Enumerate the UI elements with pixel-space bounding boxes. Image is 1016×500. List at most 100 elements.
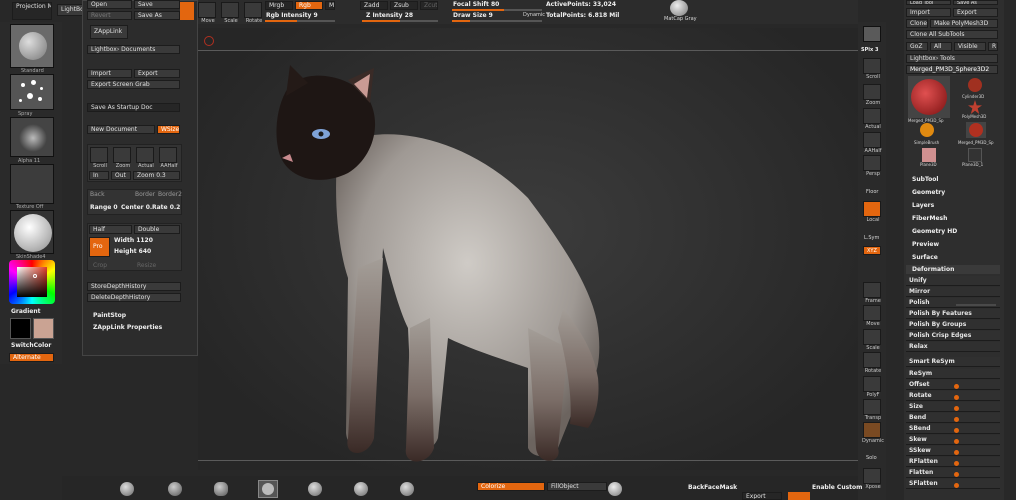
export-screen-grab-button[interactable]: Export Screen Grab [87,80,180,89]
section-geometry[interactable]: Geometry [912,189,945,196]
fillobject-button[interactable]: FillObject [547,482,607,491]
lightbox-documents-button[interactable]: Lightbox› Documents [87,45,180,54]
zoom-out-button[interactable]: Out [111,171,131,180]
local-button[interactable]: Local [863,201,881,223]
dynamic-solo-button[interactable]: Dynamic [862,422,884,444]
deform-bend[interactable]: Bend [906,413,1000,423]
z-intensity-slider[interactable]: Z Intensity 28 [366,12,413,19]
make-polymesh-button[interactable]: Make PolyMesh3D [930,19,998,28]
deform-polish[interactable]: Polish [906,298,1000,308]
main-color-swatch[interactable] [10,318,31,339]
rgb-intensity-slider[interactable]: Rgb Intensity 9 [266,12,318,19]
center-slider[interactable]: Center 0. [121,204,152,211]
lightbox-button[interactable]: LightBox [57,4,85,16]
actual-button[interactable]: Actual [863,108,881,130]
deform-rotate[interactable]: Rotate [906,391,1000,401]
zsub-button[interactable]: Zsub [390,1,418,10]
brush-slot-3-icon[interactable] [214,482,228,496]
save-as-startup-doc-button[interactable]: Save As Startup Doc [87,103,180,112]
frame-button[interactable]: Frame [863,282,881,304]
back-label[interactable]: Back [90,191,105,198]
simplebrush-thumb-icon[interactable] [920,123,934,137]
deform-polish-by-features[interactable]: Polish By Features [906,309,1000,319]
backfacemask-button[interactable]: BackFaceMask [688,484,737,491]
zoom-slider[interactable]: Zoom 0.3 [133,171,180,180]
clone-button[interactable]: Clone [906,19,928,28]
deform-offset[interactable]: Offset [906,380,1000,390]
export-button[interactable]: Export [134,69,180,78]
deform-mirror[interactable]: Mirror [906,287,1000,297]
spix-label[interactable]: SPix 3 [861,47,878,53]
cat-model[interactable] [198,28,858,470]
projection-master-button[interactable]: Projection Master [12,2,52,20]
save-button[interactable]: Save [134,0,180,9]
brush-slot-5-icon[interactable] [308,482,322,496]
alpha-icon[interactable] [10,117,54,157]
tool-thumb-merged[interactable] [908,76,950,118]
zadd-button[interactable]: Zadd [360,1,388,10]
range-slider[interactable]: Range 0 [90,204,118,211]
deform-sflatten[interactable]: SFlatten [906,479,1000,489]
texture-icon[interactable] [10,164,54,204]
mrgb-button[interactable]: Mrgb [265,1,293,10]
brush-slot-2-icon[interactable] [168,482,182,496]
canvas-viewport[interactable] [198,28,858,470]
draw-mode-button[interactable] [180,2,194,20]
switchcolor-button[interactable]: SwitchColor [11,342,51,349]
persp-button[interactable]: Persp [863,155,881,177]
deform-smart-resym[interactable]: Smart ReSym [906,357,1000,367]
double-button[interactable]: Double [134,225,180,234]
spix-icon[interactable] [863,26,881,42]
material-icon[interactable] [10,210,54,254]
doc-zoom-button[interactable]: Zoom [113,147,131,169]
brush-icon[interactable] [10,24,54,68]
top-move-button[interactable]: Move [198,2,216,24]
focal-shift-track[interactable] [452,9,542,11]
tool-export-button[interactable]: Export [953,8,998,17]
border-label[interactable]: Border [135,191,155,198]
pro-button[interactable]: Pro [89,237,110,257]
focal-shift-slider[interactable]: Focal Shift 80 [453,1,499,8]
width-slider[interactable]: Width 1120 [114,237,153,244]
aahalf-button[interactable]: AAHalf [863,132,881,154]
deform-flatten[interactable]: Flatten [906,468,1000,478]
load-tool-button[interactable]: Load Tool [906,0,951,5]
deform-rflatten[interactable]: RFlatten [906,457,1000,467]
rate-slider[interactable]: Rate 0.2 [152,204,180,211]
tool-import-button[interactable]: Import [906,8,951,17]
deform-sbend[interactable]: SBend [906,424,1000,434]
draw-size-track[interactable] [452,20,542,22]
scroll-button[interactable]: Scroll [863,58,881,80]
section-preview[interactable]: Preview [912,241,939,248]
clone-all-subtools-button[interactable]: Clone All SubTools [906,30,998,39]
zapplink-button[interactable]: ZAppLink [90,25,128,39]
dynamic-button[interactable]: Dynamic [523,12,545,18]
section-fibermesh[interactable]: FiberMesh [912,215,947,222]
deform-polish-by-groups[interactable]: Polish By Groups [906,320,1000,330]
zapplink-properties-menu[interactable]: ZAppLink Properties [93,324,162,331]
deform-sskew[interactable]: SSkew [906,446,1000,456]
open-button[interactable]: Open [87,0,132,9]
xyz-button[interactable]: XYZ [863,246,881,255]
goz-all-button[interactable]: All [930,42,952,51]
goz-button[interactable]: GoZ [906,42,928,51]
plane-thumb-icon[interactable] [922,148,936,162]
stroke-icon[interactable] [10,74,54,110]
rotate-button[interactable]: Rotate [863,352,881,374]
section-geometry-hd[interactable]: Geometry HD [912,228,957,235]
alternate-button[interactable]: Alternate [9,353,54,362]
wsize-button[interactable]: WSize [157,125,180,134]
rgb-intensity-track[interactable] [265,20,335,22]
store-depth-history-button[interactable]: StoreDepthHistory [87,282,181,291]
brush-slot-4-icon[interactable] [258,480,278,498]
deform-unify[interactable]: Unify [906,276,1000,286]
section-layers[interactable]: Layers [912,202,934,209]
lsym-button[interactable]: L.Sym [864,235,879,241]
brush-slot-7-icon[interactable] [400,482,414,496]
save-as-button[interactable]: Save As [134,11,180,20]
revert-button[interactable]: Revert [87,11,132,20]
deform-resym[interactable]: ReSym [906,369,1000,379]
visible-button[interactable]: Visible [954,42,986,51]
material-slot-icon[interactable] [608,482,622,496]
resize-button[interactable]: Resize [137,262,156,269]
